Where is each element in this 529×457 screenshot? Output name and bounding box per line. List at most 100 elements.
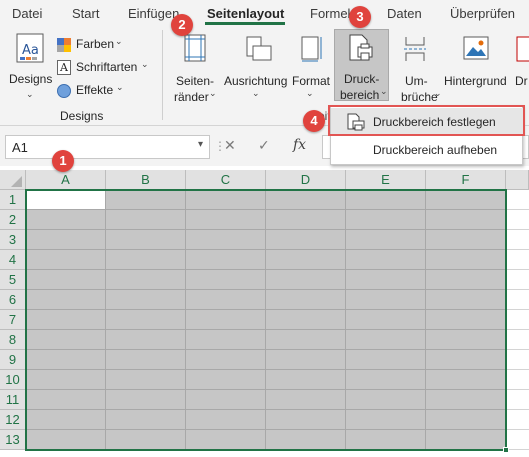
grid-cell[interactable] — [506, 290, 529, 310]
grid-cell[interactable] — [506, 350, 529, 370]
print-titles-icon — [516, 36, 529, 62]
step-badge-4: 4 — [303, 110, 325, 132]
column-header[interactable]: A — [26, 170, 106, 190]
row-header[interactable]: 1 — [0, 190, 26, 210]
grid-cell[interactable] — [506, 250, 529, 270]
effekte-label: Effekte — [76, 83, 114, 97]
schriftarten-label: Schriftarten — [76, 60, 138, 74]
umbrueche-label-1: Um- — [405, 74, 428, 88]
callout-highlight-box — [328, 105, 525, 136]
seitenraender-label-2: ränder — [174, 90, 209, 104]
grid-cell[interactable] — [506, 190, 529, 210]
column-header[interactable]: D — [266, 170, 346, 190]
row-header[interactable]: 11 — [0, 390, 26, 410]
grid-cell[interactable] — [506, 330, 529, 350]
column-header-partial[interactable] — [506, 170, 529, 190]
ribbon-tabs: Datei Start Einfügen Seitenlayout Formel… — [0, 0, 529, 26]
menu-item-label: Druckbereich aufheben — [373, 143, 498, 157]
ausrichtung-label: Ausrichtung — [224, 74, 288, 88]
grid-cell[interactable] — [506, 230, 529, 250]
breaks-icon — [403, 36, 427, 62]
format-button[interactable]: Format ⌄ — [292, 30, 332, 102]
row-header[interactable]: 4 — [0, 250, 26, 270]
chevron-down-icon: ⌄ — [116, 82, 124, 92]
orientation-icon — [246, 36, 272, 62]
row-header[interactable]: 6 — [0, 290, 26, 310]
chevron-down-icon: ⌄ — [115, 36, 123, 46]
name-box[interactable]: A1 ▾ — [5, 135, 210, 159]
step-badge-1: 1 — [52, 150, 74, 172]
column-header[interactable]: B — [106, 170, 186, 190]
effekte-button[interactable]: Effekte ⌄ — [57, 82, 137, 100]
chevron-down-icon: ⌄ — [252, 88, 260, 98]
schriftarten-button[interactable]: A Schriftarten ⌄ — [57, 59, 152, 77]
grid-cell[interactable] — [506, 430, 529, 450]
cancel-icon[interactable]: ✕ — [224, 137, 236, 154]
row-header[interactable]: 3 — [0, 230, 26, 250]
tab-start[interactable]: Start — [72, 6, 99, 21]
tab-ueberpruefen[interactable]: Überprüfen — [450, 6, 515, 21]
page-size-icon — [301, 36, 323, 62]
step-badge-2: 2 — [171, 14, 193, 36]
background-image-icon — [463, 36, 489, 60]
row-header[interactable]: 9 — [0, 350, 26, 370]
tab-daten[interactable]: Daten — [387, 6, 422, 21]
hintergrund-button[interactable]: Hintergrund — [441, 30, 511, 102]
chevron-down-icon: ⌄ — [26, 89, 34, 99]
column-header[interactable]: F — [426, 170, 506, 190]
print-area-icon — [349, 34, 373, 62]
format-label: Format — [292, 74, 331, 88]
drucktitel-button-partial[interactable]: Dr — [512, 30, 529, 102]
name-box-value: A1 — [12, 140, 28, 155]
druckbereich-label-2: bereich — [340, 88, 380, 102]
column-header[interactable]: E — [346, 170, 426, 190]
spreadsheet-grid: ABCDEF 1 2 3 4 5 6 7 8 9 10 11 12 13 — [0, 166, 529, 457]
grid-cell[interactable] — [506, 390, 529, 410]
row-header[interactable]: 5 — [0, 270, 26, 290]
druckbereich-label-1: Druck- — [344, 72, 380, 86]
druckbereich-button[interactable]: Druck- bereich ⌄ — [334, 29, 389, 102]
fonts-icon: A — [57, 60, 71, 75]
select-all-corner[interactable] — [0, 170, 26, 190]
grid-cell[interactable] — [506, 270, 529, 290]
grid-cell[interactable] — [506, 310, 529, 330]
designs-label: Designs — [9, 72, 53, 86]
row-header[interactable]: 10 — [0, 370, 26, 390]
seitenraender-button[interactable]: Seiten- ränder ⌄ — [172, 30, 218, 104]
hintergrund-label: Hintergrund — [444, 74, 507, 88]
designs-button[interactable]: Aa Designs ⌄ — [6, 30, 54, 102]
umbrueche-label-2: brüche — [401, 90, 438, 104]
designs-icon: Aa — [14, 32, 46, 64]
grid-cell[interactable] — [506, 410, 529, 430]
tab-datei[interactable]: Datei — [12, 6, 42, 21]
step-badge-3: 3 — [349, 6, 371, 28]
fill-handle[interactable] — [503, 447, 509, 453]
chevron-down-icon: ⌄ — [306, 88, 314, 98]
grid-cell[interactable] — [506, 370, 529, 390]
column-header[interactable]: C — [186, 170, 266, 190]
selection-border — [25, 189, 507, 451]
margins-icon — [184, 34, 206, 62]
chevron-down-icon: ⌄ — [209, 88, 217, 98]
insert-function-icon[interactable]: fx — [293, 137, 306, 153]
active-tab-indicator — [205, 22, 285, 25]
tab-seitenlayout[interactable]: Seitenlayout — [207, 6, 284, 21]
group-label-designs: Designs — [60, 109, 104, 123]
effects-icon — [57, 84, 71, 98]
chevron-down-icon: ▾ — [197, 139, 203, 150]
chevron-down-icon: ⌄ — [380, 86, 388, 96]
umbrueche-button[interactable]: Um- brüche ⌄ — [393, 30, 442, 104]
grid-cell[interactable] — [506, 210, 529, 230]
row-header[interactable]: 7 — [0, 310, 26, 330]
row-header[interactable]: 12 — [0, 410, 26, 430]
row-header[interactable]: 13 — [0, 430, 26, 450]
row-header[interactable]: 8 — [0, 330, 26, 350]
svg-text:Aa: Aa — [22, 43, 39, 58]
ausrichtung-button[interactable]: Ausrichtung ⌄ — [222, 30, 292, 102]
truncated-label: Dr — [515, 74, 528, 88]
farben-button[interactable]: Farben ⌄ — [57, 36, 137, 54]
ribbon-group-divider — [162, 30, 163, 120]
menu-item-druckbereich-aufheben[interactable]: Druckbereich aufheben — [331, 136, 524, 164]
row-header[interactable]: 2 — [0, 210, 26, 230]
enter-icon[interactable]: ✓ — [258, 137, 270, 154]
